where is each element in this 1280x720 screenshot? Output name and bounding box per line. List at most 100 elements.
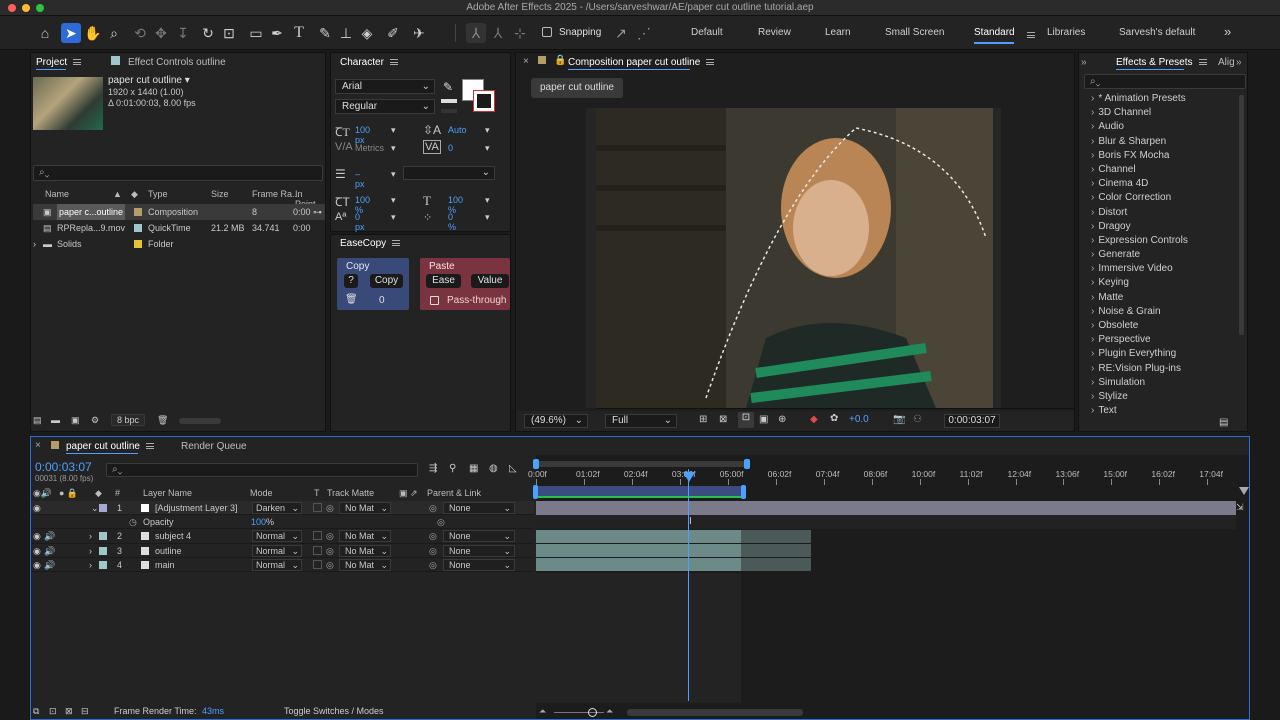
workspace-learn[interactable]: Learn [825,27,851,38]
font-size-dropdown[interactable]: ▾ [391,125,396,136]
layer-name-header[interactable]: Layer Name [143,488,192,498]
font-size-value[interactable]: 100 px [355,125,370,145]
blend-mode-select[interactable]: Darken ⌄ [252,502,302,514]
leading-value[interactable]: Auto [448,125,467,135]
timeline-search-input[interactable]: ⌕⌄ [106,463,418,477]
align-tab[interactable]: Alig [1218,57,1234,68]
effects-category-item[interactable]: Dragoy [1081,220,1236,234]
track-subject-4-tail[interactable] [741,530,811,543]
t-header[interactable]: T [314,488,320,498]
layer-label-swatch[interactable] [99,532,107,541]
parent-pickwhip-icon[interactable]: ◎ [429,529,437,543]
channel-icon[interactable]: ◆ [810,414,818,425]
stroke-width-dropdown[interactable]: ▾ [391,169,396,180]
effects-category-item[interactable]: Keying [1081,276,1236,290]
effects-category-item[interactable]: Generate [1081,248,1236,262]
track-subject-4[interactable] [536,530,741,543]
timeline-comp-tab[interactable]: paper cut outline [66,441,154,452]
layer-name[interactable]: main [155,558,175,572]
stopwatch-icon[interactable]: ◷ [129,515,137,529]
track-matte-pickwhip-icon[interactable]: ◎ [326,558,334,572]
kerning-value[interactable]: Metrics [355,143,384,153]
snapshot-icon[interactable]: 📷 [893,414,905,425]
layer-row[interactable]: ◉ 🔊 › 3 outline Normal ⌄ ◎ No Mat ⌄ ◎ None ⌄ [31,544,534,558]
comp-breadcrumb[interactable]: paper cut outline [531,78,623,98]
workspace-review[interactable]: Review [758,27,791,38]
workspace-overflow-icon[interactable]: » [1224,24,1231,39]
effects-category-item[interactable]: Obsolete [1081,319,1236,333]
work-area-start[interactable] [533,485,538,499]
video-toggle-icon[interactable]: ◉ [33,501,41,515]
effect-controls-tab[interactable]: Effect Controls outline [128,57,226,68]
track-matte-pickwhip-icon[interactable]: ◎ [326,501,334,515]
effects-category-item[interactable]: Cinema 4D [1081,177,1236,191]
blend-mode-select[interactable]: Normal ⌄ [252,544,302,557]
effects-category-item[interactable]: Audio [1081,120,1236,134]
minimize-window-button[interactable] [22,4,30,12]
effects-category-item[interactable]: RE:Vision Plug-ins [1081,362,1236,376]
project-settings-icon[interactable]: ⚙ [91,415,99,426]
orbit-tool-icon[interactable]: ⟲ [130,23,150,43]
copy-button[interactable]: Copy [370,274,403,288]
tracking-dropdown[interactable]: ▾ [485,143,490,154]
effects-category-item[interactable]: Channel [1081,163,1236,177]
timeline-scrollbar[interactable] [627,709,803,716]
twirl-icon[interactable]: › [89,558,92,572]
preserve-transparency-checkbox[interactable] [313,545,322,555]
parent-select[interactable]: None ⌄ [443,502,515,514]
parent-select[interactable]: None ⌄ [443,558,515,571]
opacity-pickwhip-icon[interactable]: ◎ [437,515,445,529]
playhead-line[interactable] [688,469,689,701]
track-adjustment-layer[interactable] [536,501,1236,515]
zoom-window-button[interactable] [36,4,44,12]
fast-previews-icon[interactable]: ⊞ [699,414,707,425]
clone-stamp-tool-icon[interactable]: ⊥ [336,23,356,43]
effects-search-input[interactable]: ⌕⌄ [1084,74,1246,89]
reset-exposure-icon[interactable]: ✿ [830,413,838,424]
effects-category-item[interactable]: Stylize [1081,390,1236,404]
parent-select[interactable]: None ⌄ [443,544,515,557]
effects-category-item[interactable]: Simulation [1081,376,1236,390]
eraser-tool-icon[interactable]: ◈ [357,23,377,43]
render-time-icon[interactable]: ⊟ [81,706,89,717]
help-button[interactable]: ? [344,274,358,288]
layer-label-swatch[interactable] [99,504,107,512]
effects-category-item[interactable]: * Animation Presets [1081,92,1236,106]
preserve-transparency-checkbox[interactable] [313,503,322,512]
leading-dropdown[interactable]: ▾ [485,125,490,136]
new-folder-icon[interactable]: ▬ [51,415,60,425]
label-color-swatch[interactable] [134,240,142,248]
track-matte-select[interactable]: No Mat ⌄ [339,530,391,543]
trash-icon[interactable]: 🗑 [345,294,358,305]
pass-through-checkbox[interactable] [430,296,439,305]
show-snapshot-icon[interactable]: ⚇ [913,414,922,425]
sort-icon[interactable]: ▲ [113,189,122,199]
video-toggle-icon[interactable]: ◉ [33,544,41,558]
effects-category-item[interactable]: Immersive Video [1081,262,1236,276]
project-item-row[interactable]: › ▬ Solids Folder [33,236,325,252]
stroke-width-value[interactable]: – px [355,169,365,189]
layer-name[interactable]: subject 4 [155,529,191,543]
close-window-button[interactable] [8,4,16,12]
mode-header[interactable]: Mode [250,488,273,498]
exposure-value[interactable]: +0.0 [849,414,869,425]
view-axis-icon[interactable]: ⊹ [510,23,530,43]
effects-category-item[interactable]: Text [1081,404,1236,414]
kerning-dropdown[interactable]: ▾ [391,143,396,154]
video-toggle-icon[interactable]: ◉ [33,529,41,543]
navigator-end-handle[interactable] [744,459,750,469]
track-outline[interactable] [536,544,741,557]
rectangle-tool-icon[interactable]: ▭ [246,23,266,43]
preserve-transparency-checkbox[interactable] [313,559,322,569]
grid-guides-icon[interactable]: ⊕ [778,414,786,425]
audio-toggle-icon[interactable]: 🔊 [44,544,55,558]
time-ruler[interactable]: 0:00f 01:02f 02:04f 03:06f 05:00f 06:02f 07:04… [528,469,1249,485]
effects-category-item[interactable]: Plugin Everything [1081,347,1236,361]
effects-tab-overflow-icon[interactable]: » [1236,57,1242,68]
snap-point-icon[interactable]: ⋰ [634,23,654,43]
blend-mode-select[interactable]: Normal ⌄ [252,558,302,571]
effects-category-item[interactable]: Perspective [1081,333,1236,347]
effects-category-item[interactable]: Expression Controls [1081,234,1236,248]
col-size[interactable]: Size [211,189,229,199]
value-button[interactable]: Value [471,274,509,288]
